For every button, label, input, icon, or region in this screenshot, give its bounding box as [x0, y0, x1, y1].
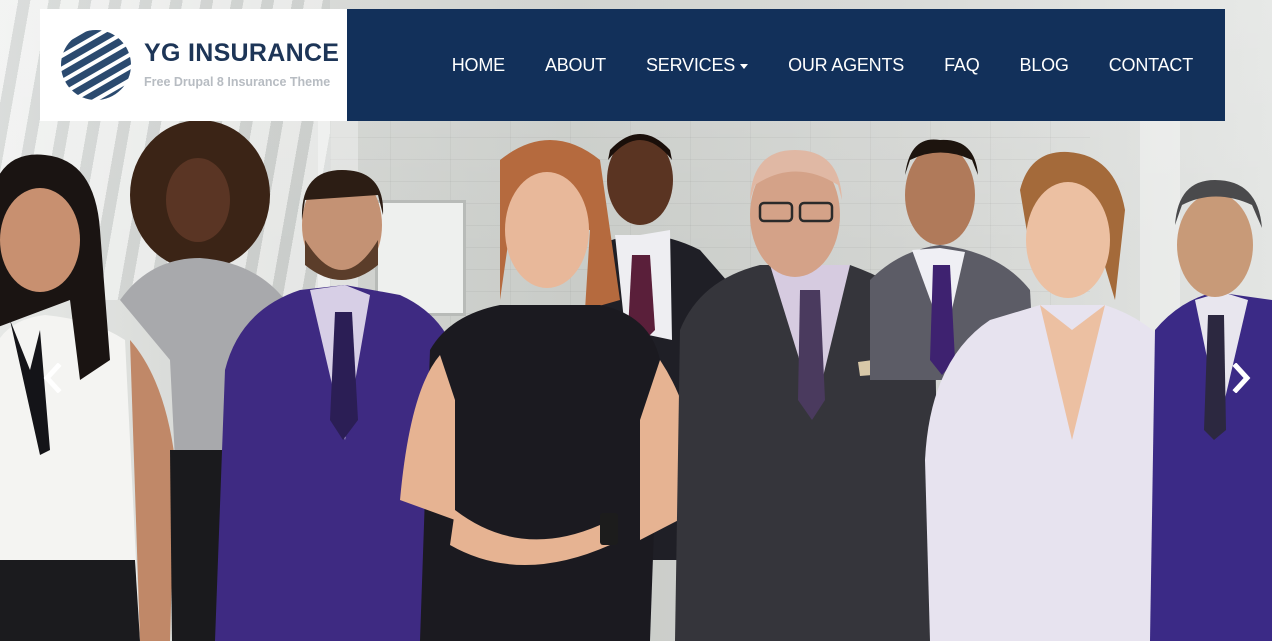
nav-item-label: OUR AGENTS [788, 54, 905, 75]
caret-down-icon [740, 63, 749, 69]
hero-slider: YG INSURANCE Free Drupal 8 Insurance The… [0, 0, 1272, 641]
chevron-right-icon [1232, 363, 1251, 393]
nav-item-label: BLOG [1019, 54, 1069, 75]
nav-item-contact[interactable]: CONTACT [1089, 55, 1213, 76]
site-name[interactable]: YG INSURANCE [144, 39, 339, 68]
nav-item-home[interactable]: HOME [432, 55, 525, 76]
nav-item-our-agents[interactable]: OUR AGENTS [768, 55, 924, 76]
chevron-left-icon [43, 363, 62, 393]
site-slogan: Free Drupal 8 Insurance Theme [144, 75, 331, 89]
nav-item-label: FAQ [944, 54, 980, 75]
slider-prev-button[interactable] [38, 360, 68, 396]
nav-item-about[interactable]: ABOUT [525, 55, 626, 76]
nav-item-blog[interactable]: BLOG [1000, 55, 1089, 76]
slider-next-button[interactable] [1226, 360, 1256, 396]
site-logo-block[interactable]: YG INSURANCE Free Drupal 8 Insurance The… [40, 9, 347, 121]
nav-item-faq[interactable]: FAQ [924, 55, 999, 76]
striped-globe-logo-icon [61, 30, 131, 100]
nav-item-label: HOME [451, 54, 505, 75]
nav-item-label: ABOUT [544, 54, 606, 75]
main-navigation: HOME ABOUT SERVICES OUR AGENTS FAQ BLOG … [347, 9, 1225, 121]
nav-item-label: CONTACT [1108, 54, 1193, 75]
nav-item-label: SERVICES [645, 54, 736, 75]
nav-menu: HOME ABOUT SERVICES OUR AGENTS FAQ BLOG … [432, 9, 1213, 121]
nav-item-services[interactable]: SERVICES [626, 55, 768, 76]
